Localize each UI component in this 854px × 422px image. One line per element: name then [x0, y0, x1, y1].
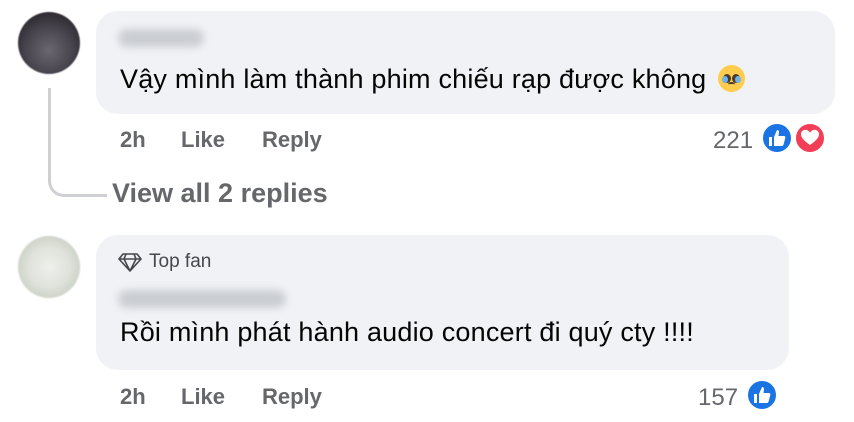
- like-reaction-icon[interactable]: [760, 121, 794, 155]
- like-button[interactable]: Like: [181, 127, 225, 153]
- commenter-avatar[interactable]: [18, 12, 80, 74]
- comment-timestamp[interactable]: 2h: [120, 384, 146, 410]
- comment-text: Vậy mình làm thành phim chiếu rạp được k…: [120, 64, 746, 95]
- reaction-count[interactable]: 157: [698, 384, 738, 412]
- reply-thread-line: [48, 88, 107, 197]
- comment-timestamp[interactable]: 2h: [120, 127, 146, 153]
- reaction-count[interactable]: 221: [713, 127, 753, 155]
- commenter-name-blurred[interactable]: [118, 29, 204, 47]
- comment-bubble: Top fan Rồi mình phát hành audio concert…: [96, 235, 789, 370]
- top-fan-badge: Top fan: [118, 251, 211, 273]
- commenter-avatar[interactable]: [18, 236, 80, 298]
- comment-bubble: Vậy mình làm thành phim chiếu rạp được k…: [96, 11, 835, 114]
- reply-button[interactable]: Reply: [262, 127, 322, 153]
- diamond-icon: [118, 253, 142, 272]
- like-reaction-icon[interactable]: [745, 378, 779, 412]
- pleading-face-emoji-icon: [718, 65, 746, 92]
- comment-text: Rồi mình phát hành audio concert đi quý …: [120, 317, 694, 347]
- love-reaction-icon[interactable]: [793, 121, 827, 155]
- commenter-name-blurred[interactable]: [118, 290, 286, 308]
- reply-button[interactable]: Reply: [262, 384, 322, 410]
- like-button[interactable]: Like: [181, 384, 225, 410]
- view-replies-link[interactable]: View all 2 replies: [112, 178, 328, 209]
